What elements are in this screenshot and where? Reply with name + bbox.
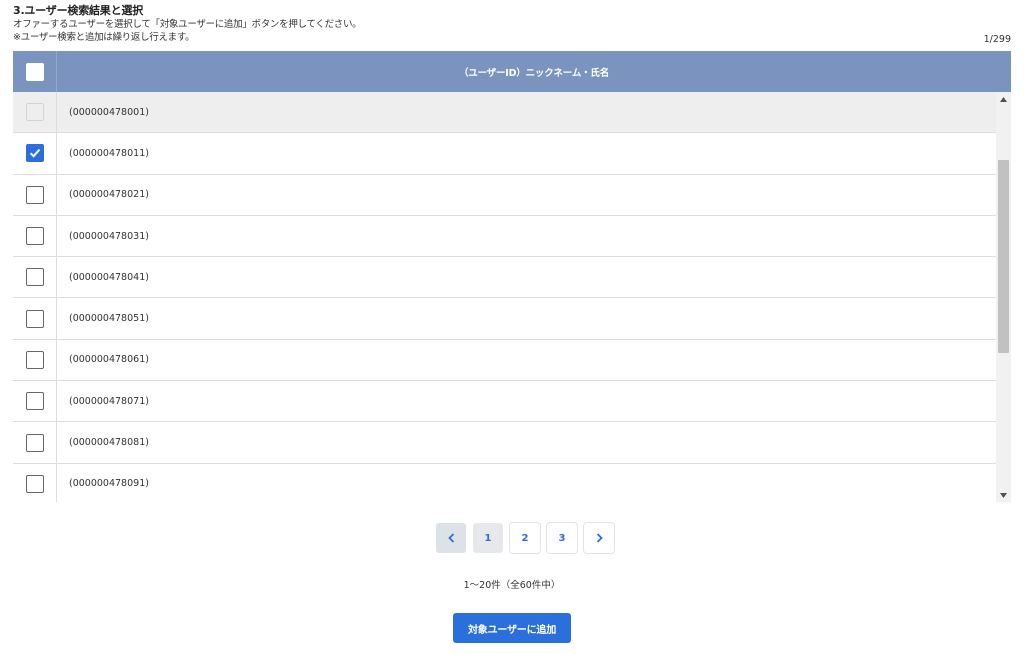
table-row[interactable]: (000000478071) xyxy=(13,381,996,423)
row-user-id: (000000478091) xyxy=(69,478,149,490)
table-header: （ユーザーID）ニックネーム・氏名 xyxy=(13,51,1011,92)
chevron-left-icon xyxy=(447,533,454,543)
row-checkbox-cell xyxy=(13,463,57,502)
row-checkbox[interactable] xyxy=(25,185,44,204)
row-checkbox-cell xyxy=(13,133,57,174)
table-row[interactable]: (000000478021) xyxy=(13,174,996,216)
page-button-3[interactable]: 3 xyxy=(547,523,577,553)
row-user-id: (000000478071) xyxy=(69,395,149,407)
result-count: 1/299 xyxy=(983,34,1011,45)
table-row[interactable]: (000000478041) xyxy=(13,257,996,299)
row-checkbox[interactable] xyxy=(25,474,44,493)
row-checkbox-cell xyxy=(13,174,57,215)
row-checkbox[interactable] xyxy=(25,144,44,163)
row-user-id: (000000478011) xyxy=(69,147,149,159)
table-row[interactable]: (000000478081) xyxy=(13,422,996,464)
table-body[interactable]: (000000478001) (000000478011) (00000047802… xyxy=(13,92,996,502)
chevron-right-icon xyxy=(596,533,603,543)
prev-page-button[interactable] xyxy=(436,523,466,553)
row-checkbox-cell xyxy=(13,257,57,298)
select-all-cell xyxy=(13,51,57,92)
select-all-checkbox[interactable] xyxy=(25,62,44,81)
column-header-user: （ユーザーID）ニックネーム・氏名 xyxy=(458,67,610,79)
row-checkbox-cell xyxy=(13,422,57,463)
pagination: 1 2 3 xyxy=(0,523,1024,553)
row-checkbox-cell xyxy=(13,92,57,133)
scrollbar-thumb[interactable] xyxy=(998,160,1009,353)
table-row: (000000478001) xyxy=(13,92,996,134)
row-user-id: (000000478041) xyxy=(69,271,149,283)
row-checkbox[interactable] xyxy=(25,433,44,452)
table-row[interactable]: (000000478061) xyxy=(13,339,996,382)
add-target-users-button[interactable]: 対象ユーザーに追加 xyxy=(453,613,571,643)
row-user-id: (000000478021) xyxy=(69,189,149,201)
row-checkbox[interactable] xyxy=(25,227,44,246)
table-row[interactable]: (000000478011) xyxy=(13,133,996,175)
scroll-up-icon[interactable] xyxy=(996,92,1011,106)
row-user-id: (000000478081) xyxy=(69,437,149,449)
user-results-table: （ユーザーID）ニックネーム・氏名 (000000478001) (0000004… xyxy=(13,51,1011,502)
section-header: 3.ユーザー検索結果と選択 オファーするユーザーを選択して「対象ユーザーに追加」… xyxy=(13,4,1011,48)
page-button-2[interactable]: 2 xyxy=(510,523,540,553)
row-checkbox[interactable] xyxy=(25,309,44,328)
row-user-id: (000000478031) xyxy=(69,230,149,242)
table-row[interactable]: (000000478031) xyxy=(13,215,996,258)
section-title: 3.ユーザー検索結果と選択 xyxy=(13,4,144,17)
row-checkbox[interactable] xyxy=(25,268,44,287)
page-button-1[interactable]: 1 xyxy=(473,523,503,553)
row-checkbox-cell xyxy=(13,381,57,422)
checkmark-icon xyxy=(29,149,40,159)
row-checkbox[interactable] xyxy=(25,392,44,411)
next-page-button[interactable] xyxy=(584,523,614,553)
table-row[interactable]: (000000478051) xyxy=(13,298,996,340)
row-checkbox-cell xyxy=(13,298,57,339)
scroll-down-icon[interactable] xyxy=(996,488,1011,502)
section-note: ※ユーザー検索と追加は繰り返し行えます。 xyxy=(13,32,195,43)
section-instruction: オファーするユーザーを選択して「対象ユーザーに追加」ボタンを押してください。 xyxy=(13,19,362,30)
row-checkbox-cell xyxy=(13,339,57,381)
table-row[interactable]: (000000478091) xyxy=(13,463,996,502)
row-checkbox-cell xyxy=(13,215,57,257)
row-user-id: (000000478001) xyxy=(69,106,149,118)
pagination-range: 1〜20件（全60件中） xyxy=(463,580,561,591)
row-checkbox[interactable] xyxy=(25,350,44,369)
row-checkbox xyxy=(25,103,44,122)
row-user-id: (000000478061) xyxy=(69,354,149,366)
row-user-id: (000000478051) xyxy=(69,313,149,325)
table-scrollbar[interactable] xyxy=(996,92,1011,502)
